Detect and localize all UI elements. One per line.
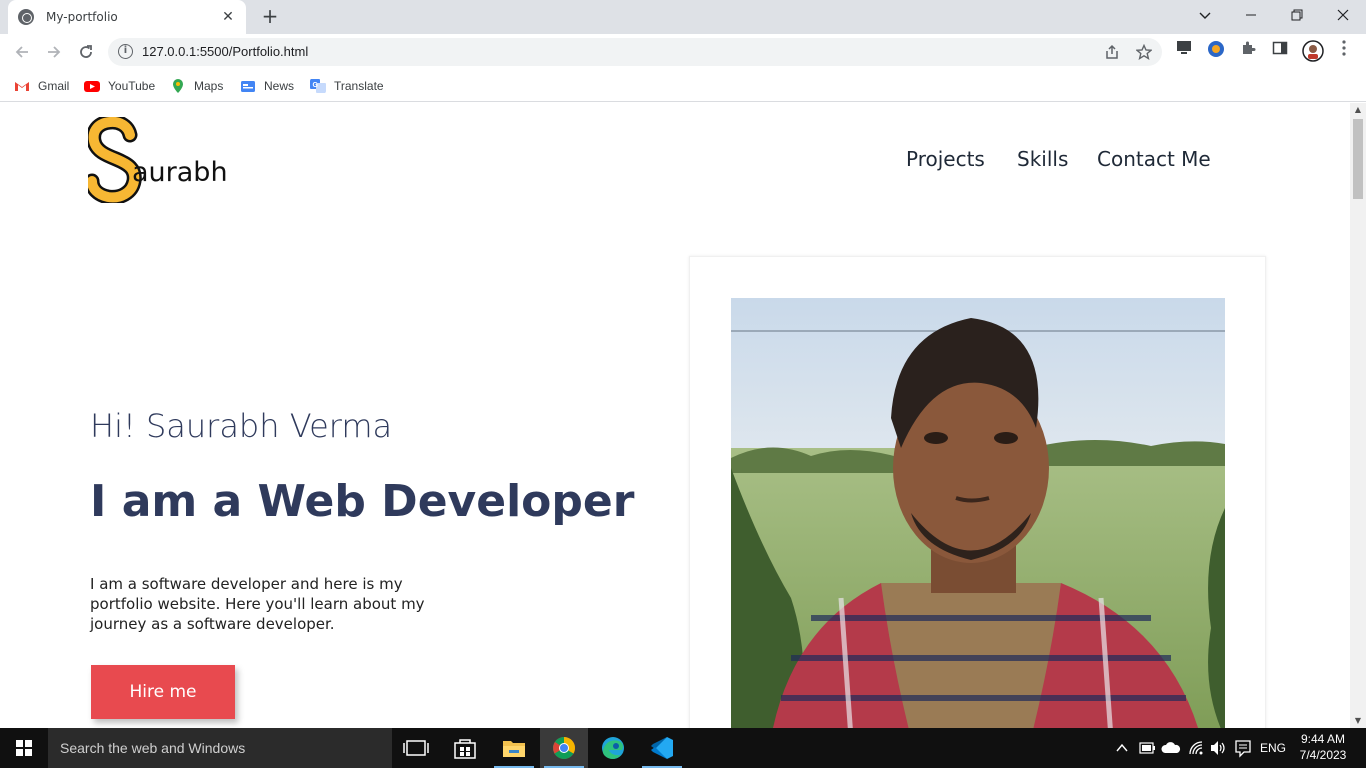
page-viewport: aurabh Projects Skills Contact Me Hi! Sa… <box>0 103 1350 728</box>
nav-projects[interactable]: Projects <box>906 147 985 171</box>
clock-date: 7/4/2023 <box>1299 748 1347 762</box>
translate-icon: G <box>310 79 326 93</box>
globe-icon <box>18 9 34 25</box>
gmail-icon <box>15 82 29 91</box>
edge-icon[interactable] <box>589 728 637 768</box>
bookmarks-bar: Gmail YouTube Maps News G Translate <box>0 70 1366 102</box>
bookmark-star-icon[interactable] <box>1134 42 1154 62</box>
language-indicator[interactable]: ENG <box>1258 728 1288 768</box>
cast-icon[interactable] <box>1174 40 1194 60</box>
store-icon[interactable] <box>441 728 489 768</box>
bookmark-label: YouTube <box>108 79 156 93</box>
hire-me-button[interactable]: Hire me <box>91 665 235 719</box>
extension-icon[interactable] <box>1206 40 1226 60</box>
side-panel-icon[interactable] <box>1270 40 1290 60</box>
browser-toolbar: i 127.0.0.1:5500/Portfolio.html <box>0 34 1366 70</box>
site-info-icon[interactable]: i <box>118 44 133 59</box>
profile-avatar-icon[interactable] <box>1302 40 1324 62</box>
file-explorer-icon[interactable] <box>490 728 538 768</box>
profile-photo-card <box>689 256 1266 728</box>
forward-button[interactable] <box>42 40 66 64</box>
scroll-up-icon[interactable]: ▲ <box>1350 103 1366 117</box>
onedrive-cloud-icon[interactable] <box>1160 728 1182 768</box>
greeting-heading: Hi! Saurabh Verma <box>90 407 393 445</box>
youtube-icon <box>84 81 100 92</box>
restore-button[interactable] <box>1274 0 1320 30</box>
vscode-icon[interactable] <box>638 728 686 768</box>
bookmark-label: News <box>264 79 295 93</box>
bookmark-maps[interactable]: Maps <box>170 76 223 96</box>
address-bar[interactable]: i 127.0.0.1:5500/Portfolio.html <box>108 38 1162 66</box>
browser-tab[interactable]: My-portfolio ✕ <box>8 0 246 34</box>
tray-overflow-icon[interactable] <box>1112 728 1132 768</box>
scroll-down-icon[interactable]: ▼ <box>1350 714 1366 728</box>
task-view-icon[interactable] <box>392 728 440 768</box>
tab-search-icon[interactable] <box>1182 0 1228 30</box>
bookmark-news[interactable]: News <box>240 76 294 96</box>
nav-contact-me[interactable]: Contact Me <box>1097 147 1211 171</box>
bookmark-label: Maps <box>194 79 224 93</box>
bookmark-youtube[interactable]: YouTube <box>84 76 155 96</box>
menu-kebab-icon[interactable] <box>1334 40 1354 60</box>
url-text: 127.0.0.1:5500/Portfolio.html <box>142 44 309 59</box>
volume-icon[interactable] <box>1208 728 1228 768</box>
nav-skills[interactable]: Skills <box>1017 147 1068 171</box>
bookmark-gmail[interactable]: Gmail <box>14 76 69 96</box>
logo-name: aurabh <box>132 157 228 188</box>
minimize-button[interactable] <box>1228 0 1274 30</box>
tab-title: My-portfolio <box>46 10 118 24</box>
windows-taskbar: Search the web and Windows ENG 9:44 AM 7… <box>0 728 1366 768</box>
close-tab-icon[interactable]: ✕ <box>220 9 236 25</box>
wifi-icon[interactable] <box>1186 728 1208 768</box>
bookmark-label: Translate <box>334 79 384 93</box>
role-heading: I am a Web Developer <box>90 476 635 527</box>
close-window-button[interactable] <box>1320 0 1366 30</box>
new-tab-button[interactable]: + <box>258 5 282 29</box>
maps-icon <box>173 79 183 93</box>
page-scrollbar[interactable]: ▲ ▼ <box>1350 103 1366 728</box>
system-clock[interactable]: 9:44 AM 7/4/2023 <box>1290 731 1356 763</box>
notification-icon[interactable] <box>1232 728 1254 768</box>
scroll-thumb[interactable] <box>1353 119 1363 199</box>
tab-strip: My-portfolio ✕ + <box>0 0 1366 34</box>
bookmark-translate[interactable]: G Translate <box>310 76 384 96</box>
windows-logo-icon <box>16 740 32 756</box>
intro-paragraph: I am a software developer and here is my… <box>90 575 425 633</box>
reload-button[interactable] <box>74 40 98 64</box>
battery-icon[interactable] <box>1136 728 1158 768</box>
site-logo[interactable]: aurabh <box>88 117 248 203</box>
back-button[interactable] <box>10 40 34 64</box>
clock-time: 9:44 AM <box>1300 732 1346 746</box>
start-button[interactable] <box>0 728 48 768</box>
taskbar-search-input[interactable]: Search the web and Windows <box>48 728 392 768</box>
puzzle-extensions-icon[interactable] <box>1238 40 1258 60</box>
svg-text:G: G <box>313 82 319 89</box>
bookmark-label: Gmail <box>38 79 70 93</box>
chrome-icon[interactable] <box>540 728 588 768</box>
profile-photo <box>731 298 1225 728</box>
news-icon <box>241 81 255 92</box>
share-icon[interactable] <box>1102 42 1122 62</box>
